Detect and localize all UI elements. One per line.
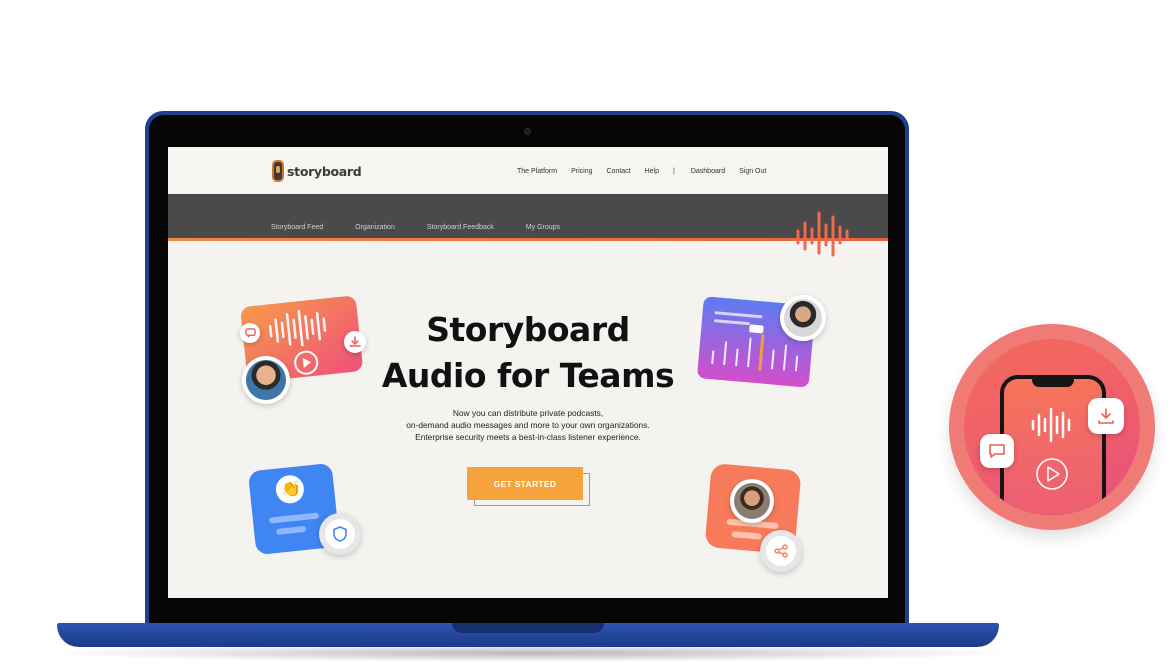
top-nav-links: The Platform Pricing Contact Help | Dash…: [517, 168, 780, 175]
clapping-hands-icon: 👏: [281, 481, 301, 498]
avatar: [242, 356, 290, 404]
nav-link-dashboard[interactable]: Dashboard: [691, 168, 725, 175]
sub-navbar: [168, 194, 888, 238]
avatar: [780, 295, 826, 341]
get-started-button[interactable]: GET STARTED: [467, 467, 583, 500]
shield-icon: [319, 513, 361, 555]
subnav-link-my-groups[interactable]: My Groups: [526, 224, 560, 231]
nav-link-the-platform[interactable]: The Platform: [517, 168, 557, 175]
audio-waveform-icon: [796, 211, 849, 257]
nav-link-sign-out[interactable]: Sign Out: [739, 168, 766, 175]
hero-desc-line-1: Now you can distribute private podcasts,: [452, 408, 604, 418]
nav-link-contact[interactable]: Contact: [606, 168, 630, 175]
audio-waveform-icon: [1031, 407, 1071, 443]
comment-icon: [240, 323, 260, 343]
phone-screen: [1004, 379, 1102, 515]
logo-text: storyboard: [287, 163, 362, 179]
nav-link-pricing[interactable]: Pricing: [571, 168, 592, 175]
subnav-link-organization[interactable]: Organization: [355, 224, 395, 231]
microphone-logo-icon: [272, 160, 284, 182]
webcam: [524, 128, 531, 135]
hero-desc-line-3: Enterprise security meets a best-in-clas…: [415, 432, 641, 442]
hero-description: Now you can distribute private podcasts,…: [368, 407, 688, 443]
download-icon: [344, 331, 366, 353]
hero-title-line-1: Storyboard: [426, 310, 630, 349]
hero-desc-line-2: on-demand audio messages and more to you…: [406, 420, 650, 430]
comment-icon: [980, 434, 1014, 468]
storyboard-logo[interactable]: storyboard: [272, 160, 362, 182]
laptop-screen: storyboard The Platform Pricing Contact …: [168, 147, 888, 598]
play-icon: [1036, 458, 1068, 490]
download-icon: [1088, 398, 1124, 434]
nav-link-help[interactable]: Help: [645, 168, 659, 175]
share-icon: [760, 530, 802, 572]
hero-title: Storyboard Audio for Teams: [368, 307, 688, 399]
laptop-notch: [452, 623, 604, 633]
stage: storyboard The Platform Pricing Contact …: [0, 0, 1171, 666]
subnav-link-storyboard-feedback[interactable]: Storyboard Feedback: [427, 224, 494, 231]
phone-notch: [1032, 379, 1074, 387]
sub-navbar-accent-line: [168, 238, 888, 241]
avatar: [730, 479, 774, 523]
nav-separator: |: [673, 168, 675, 175]
sub-nav-links: Storyboard Feed Organization Storyboard …: [271, 224, 592, 231]
subnav-link-storyboard-feed[interactable]: Storyboard Feed: [271, 224, 323, 231]
hero-title-line-2: Audio for Teams: [381, 356, 675, 395]
